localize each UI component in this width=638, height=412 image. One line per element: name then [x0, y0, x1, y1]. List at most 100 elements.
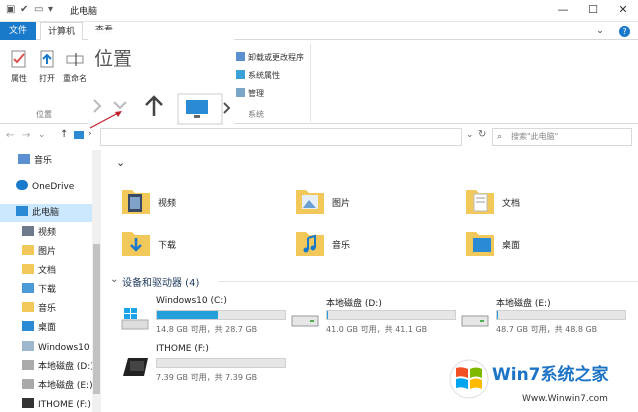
- nav-item-videos[interactable]: 视频: [0, 224, 100, 242]
- maximize-button[interactable]: ☐: [578, 0, 608, 22]
- manage-item[interactable]: 管理: [236, 88, 264, 99]
- address-bar: ← → ⌄ ↑ › ⌄ ↻ ⌕ 搜索"此电脑": [0, 124, 638, 150]
- nav-item-drive-c[interactable]: Windows10 (C:): [0, 339, 100, 357]
- folder-music[interactable]: 音乐: [294, 226, 444, 266]
- search-input[interactable]: ⌕ 搜索"此电脑": [492, 128, 632, 146]
- folder-videos[interactable]: 视频: [120, 184, 270, 224]
- drive-space-text: 7.39 GB 可用，共 7.39 GB: [156, 373, 258, 382]
- drive-usage-fill: [327, 311, 329, 319]
- nav-label: OneDrive: [32, 182, 75, 192]
- music-folder-icon: [22, 302, 34, 312]
- folder-desktop[interactable]: 桌面: [464, 226, 614, 266]
- address-input[interactable]: [100, 128, 462, 146]
- usb-drive-icon: [123, 358, 148, 376]
- tab-computer[interactable]: 计算机: [40, 22, 84, 41]
- folder-documents[interactable]: 文档: [464, 184, 614, 224]
- computer-icon: [74, 131, 84, 139]
- drive-icon: [291, 315, 319, 327]
- drive-usage-bar: [156, 310, 286, 320]
- nav-label: 音乐: [34, 156, 53, 166]
- nav-label: ITHOME (F:): [38, 400, 91, 410]
- nav-item-desktop[interactable]: 桌面: [0, 319, 100, 337]
- rename-icon: [64, 48, 86, 70]
- up-arrow-icon[interactable]: ↑: [60, 129, 68, 140]
- documents-folder-icon: [466, 190, 494, 214]
- nav-item-music-quick[interactable]: 音乐: [0, 152, 100, 170]
- drive-icon: [22, 360, 34, 370]
- drive-usage-fill: [157, 311, 219, 319]
- nav-label: 文档: [38, 266, 57, 276]
- rename-button[interactable]: 重命名: [60, 48, 90, 84]
- devices-chevron-icon[interactable]: ⌄: [110, 274, 118, 285]
- folder-label: 音乐: [332, 241, 351, 251]
- nav-item-music[interactable]: 音乐: [0, 300, 100, 318]
- location-group-label: 位置: [36, 110, 52, 119]
- nav-label: 图片: [38, 247, 57, 257]
- devices-section-header[interactable]: 设备和驱动器 (4): [122, 274, 199, 289]
- computer-icon: [16, 206, 28, 216]
- zoom-overlay: 位置: [88, 30, 234, 130]
- pictures-folder-icon: [296, 190, 324, 214]
- folder-label: 桌面: [502, 241, 521, 251]
- properties-quick-icon[interactable]: ✔: [20, 4, 28, 15]
- drive-usage-fill: [497, 311, 499, 319]
- nav-item-drive-d[interactable]: 本地磁盘 (D:): [0, 358, 100, 376]
- tab-file[interactable]: 文件: [0, 22, 36, 40]
- properties-label: 属性: [11, 74, 27, 83]
- folder-downloads[interactable]: 下载: [120, 226, 270, 266]
- system-group-label: 系统: [248, 110, 264, 119]
- open-icon: [36, 48, 58, 70]
- video-folder-icon: [122, 190, 150, 214]
- nav-label: 下载: [38, 285, 57, 295]
- quick-access-dropdown-icon[interactable]: ▾: [48, 4, 53, 15]
- collapse-section-icon[interactable]: ⌄: [116, 156, 125, 169]
- recent-locations-icon[interactable]: ⌄: [38, 130, 46, 140]
- nav-item-drive-f[interactable]: ITHOME (F:): [0, 396, 100, 412]
- system-properties-item[interactable]: 系统属性: [236, 70, 280, 81]
- folder-pictures[interactable]: 图片: [294, 184, 444, 224]
- open-button[interactable]: 打开: [34, 48, 60, 84]
- drive-usage-bar: [326, 310, 456, 320]
- forward-arrow-icon[interactable]: →: [22, 130, 30, 141]
- new-folder-quick-icon[interactable]: ▭: [34, 4, 43, 15]
- breadcrumb-chevron-icon[interactable]: ›: [88, 129, 92, 139]
- back-arrow-icon[interactable]: ←: [6, 130, 14, 141]
- drive-f[interactable]: ITHOME (F:) 7.39 GB 可用，共 7.39 GB: [120, 344, 290, 394]
- video-folder-icon: [22, 226, 34, 236]
- uninstall-programs-item[interactable]: 卸载或更改程序: [236, 52, 304, 63]
- close-button[interactable]: ✕: [608, 0, 638, 22]
- drive-e[interactable]: 本地磁盘 (E:) 48.7 GB 可用，共 48.8 GB: [460, 296, 630, 346]
- windows-logo-icon: [449, 359, 489, 399]
- onedrive-icon: [16, 180, 28, 190]
- minimize-button[interactable]: —: [548, 0, 578, 22]
- folder-label: 视频: [158, 199, 177, 209]
- nav-label: 视频: [38, 228, 57, 238]
- nav-item-documents[interactable]: 文档: [0, 262, 100, 280]
- desktop-folder-icon: [22, 321, 34, 331]
- window-title: 此电脑: [70, 7, 98, 17]
- drive-space-text: 14.8 GB 可用，共 28.7 GB: [156, 325, 258, 334]
- downloads-folder-icon: [122, 232, 150, 256]
- system-properties-icon: [236, 70, 245, 79]
- drive-icon: [22, 341, 34, 351]
- title-bar: ▣ ✔ ▭ ▾ 此电脑 — ☐ ✕: [0, 0, 638, 22]
- drive-space-text: 41.0 GB 可用，共 41.1 GB: [326, 325, 428, 334]
- nav-item-downloads[interactable]: 下载: [0, 281, 100, 299]
- refresh-icon[interactable]: ↻: [478, 129, 486, 140]
- drive-c[interactable]: Windows10 (C:) 14.8 GB 可用，共 28.7 GB: [120, 296, 290, 346]
- drive-d[interactable]: 本地磁盘 (D:) 41.0 GB 可用，共 41.1 GB: [290, 296, 460, 346]
- nav-label: 此电脑: [32, 208, 60, 218]
- nav-item-drive-e[interactable]: 本地磁盘 (E:): [0, 377, 100, 395]
- address-dropdown-icon[interactable]: ⌄: [466, 130, 474, 140]
- nav-item-this-pc[interactable]: 此电脑: [0, 204, 100, 222]
- nav-scrollbar[interactable]: [92, 150, 101, 412]
- nav-item-onedrive[interactable]: OneDrive: [0, 178, 100, 196]
- nav-item-pictures[interactable]: 图片: [0, 243, 100, 261]
- documents-folder-icon: [22, 264, 34, 274]
- nav-scrollbar-thumb[interactable]: [93, 244, 100, 394]
- properties-button[interactable]: 属性: [6, 48, 32, 84]
- quick-access-icon[interactable]: ▣: [6, 4, 15, 15]
- properties-icon: [8, 48, 30, 70]
- help-icon[interactable]: ?: [619, 26, 630, 37]
- ribbon-collapse-icon[interactable]: ⌄: [590, 22, 610, 40]
